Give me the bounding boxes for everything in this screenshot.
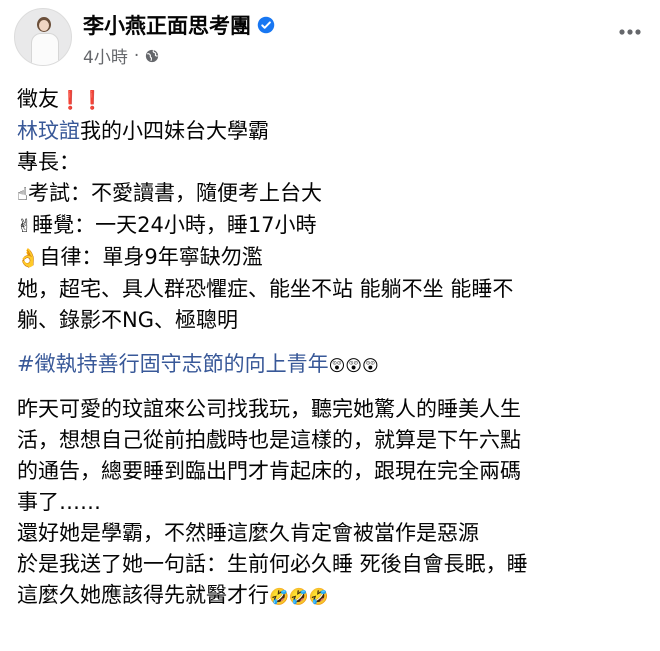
post-line: 徵友❗❗	[17, 84, 647, 116]
hashtag-link[interactable]: #徵執持善行固守志節的向上青年	[17, 352, 329, 376]
avatar-figure-face	[39, 20, 49, 31]
post-text: 自律：單身9年寧缺勿濫	[39, 245, 263, 269]
post-header: 李小燕正面思考團	[83, 10, 275, 40]
ok-hand-emoji: 👌	[17, 248, 40, 269]
post-body: 徵友❗❗ 林玟誼我的小四妹台大學霸 專長： ☝考試：不愛讀書，隨便考上台大 ✌睡…	[17, 84, 647, 612]
post-text: 這麼久她應該得先就醫才行	[17, 583, 269, 607]
post-line: 活，想想自己從前拍戲時也是這樣的，就算是下午六點	[17, 428, 521, 452]
tagged-user-link[interactable]: 林玟誼	[17, 119, 80, 143]
globe-icon[interactable]	[145, 49, 159, 63]
victory-hand-emoji: ✌	[17, 216, 33, 237]
post-text: 睡覺：一天24小時，睡17小時	[32, 213, 317, 237]
post-line: 她，超宅、具人群恐懼症、能坐不站 能躺不坐 能睡不	[17, 277, 514, 301]
post-line: 躺、錄影不NG、極聰明	[17, 308, 238, 332]
post-line: 還好她是學霸，不然睡這麼久肯定會被當作是惡源	[17, 521, 479, 545]
post-line: ✌睡覺：一天24小時，睡17小時	[17, 210, 647, 242]
meta-separator: ·	[133, 45, 140, 66]
more-options-icon	[619, 29, 641, 35]
page-name-link[interactable]: 李小燕正面思考團	[83, 10, 251, 40]
post-line: ☝考試：不愛讀書，隨便考上台大	[17, 178, 647, 210]
post-line: 昨天可愛的玟誼來公司找我玩，聽完她驚人的睡美人生	[17, 397, 521, 421]
post-timestamp[interactable]: 4小時	[83, 43, 128, 68]
post-meta: 4小時 ·	[83, 43, 159, 68]
post-line: 事了……	[17, 490, 101, 514]
post-text: 徵友	[17, 87, 59, 111]
exclamation-emoji: ❗❗	[59, 90, 104, 111]
post-text: 我的小四妹台大學霸	[80, 119, 269, 143]
verified-badge-icon	[257, 16, 275, 34]
post-line: 林玟誼我的小四妹台大學霸	[17, 116, 647, 147]
page-avatar[interactable]	[14, 8, 72, 66]
astonished-face-emoji: 😲😲😲	[328, 356, 379, 375]
post-line: 👌自律：單身9年寧缺勿濫	[17, 242, 647, 274]
more-options-button[interactable]	[612, 14, 648, 50]
post-line: 專長：	[17, 150, 80, 174]
pointing-finger-emoji: ☝	[17, 184, 28, 205]
post-line: 於是我送了她一句話：生前何必久睡 死後自會長眠，睡	[17, 552, 528, 576]
post-line: 這麼久她應該得先就醫才行🤣🤣🤣	[17, 580, 647, 612]
post-line: #徵執持善行固守志節的向上青年😲😲😲	[17, 349, 647, 381]
rofl-face-emoji: 🤣🤣🤣	[269, 587, 329, 606]
post-line: 的通告，總要睡到臨出門才肯起床的，跟現在完全兩碼	[17, 459, 521, 483]
post-text: 考試：不愛讀書，隨便考上台大	[27, 181, 322, 205]
avatar-figure-suit	[31, 33, 59, 65]
